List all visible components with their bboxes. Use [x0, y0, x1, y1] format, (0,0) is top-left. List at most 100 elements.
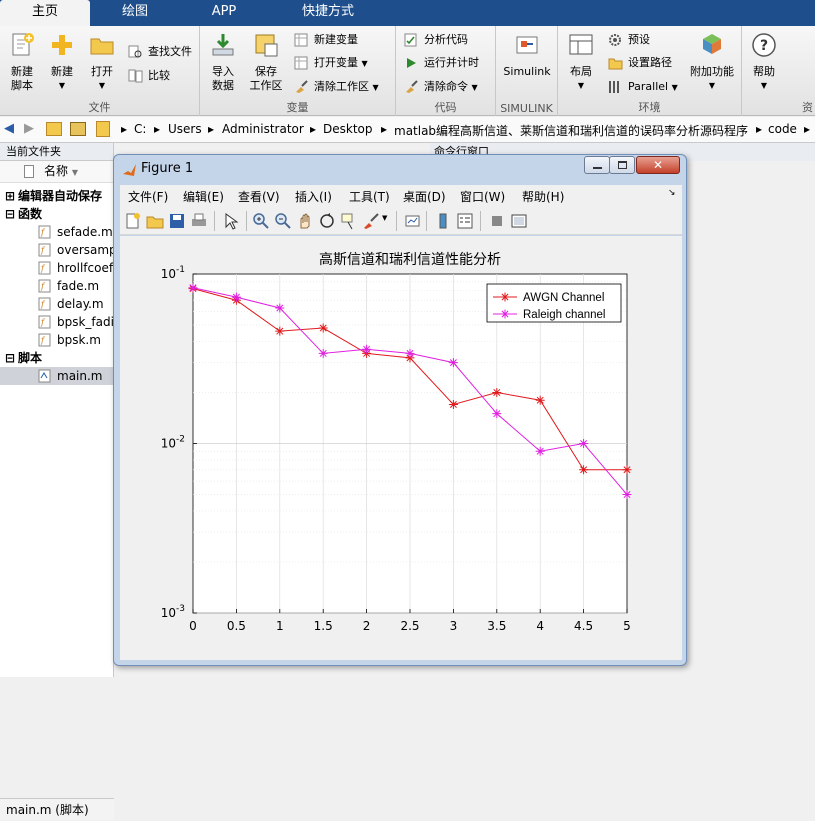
clear-workspace-button[interactable]: 清除工作区 ▼ — [294, 77, 379, 97]
legend[interactable]: AWGN Channel Raleigh channel — [486, 283, 622, 323]
colorbar-icon[interactable] — [434, 212, 452, 230]
back-arrow-icon[interactable]: ◀ — [4, 121, 14, 136]
menu-file[interactable]: 文件(F) — [128, 188, 168, 205]
new-figure-icon[interactable] — [124, 212, 142, 230]
collapse-icon[interactable]: ⊟ — [5, 205, 15, 223]
run-and-time-button[interactable]: 运行并计时 — [404, 53, 479, 73]
chevron-down-icon: ▼ — [58, 81, 66, 90]
collapse-icon[interactable]: ⊟ — [5, 349, 15, 367]
section-scripts[interactable]: ⊟ 脚本 — [0, 349, 114, 367]
list-item[interactable]: f oversamp — [0, 241, 114, 259]
tab-shortcuts[interactable]: 快捷方式 — [270, 0, 386, 26]
menu-help[interactable]: 帮助(H) — [522, 188, 564, 205]
run-and-time-label: 运行并计时 — [424, 56, 479, 69]
name-column-header[interactable]: 名称 ▼ — [0, 161, 113, 183]
x-tick-label: 4.5 — [574, 619, 593, 633]
data-point-marker — [362, 344, 372, 354]
menu-view[interactable]: 查看(V) — [238, 188, 280, 205]
resources-group-label: 资 — [802, 101, 813, 114]
find-files-button[interactable]: 查找文件 — [128, 42, 192, 62]
hide-plot-tools-icon[interactable] — [488, 212, 506, 230]
tab-plots[interactable]: 绘图 — [98, 0, 172, 26]
print-icon[interactable] — [190, 212, 208, 230]
script-file-icon — [38, 369, 52, 383]
simulink-group-label: SIMULINK — [500, 102, 553, 115]
simulink-button[interactable]: Simulink — [500, 32, 554, 79]
tab-home[interactable]: 主页 — [0, 0, 90, 26]
pan-hand-icon[interactable] — [296, 212, 314, 230]
rotate-3d-icon[interactable] — [318, 212, 336, 230]
menu-desktop[interactable]: 桌面(D) — [403, 188, 446, 205]
save-workspace-button[interactable]: 保存 工作区 — [246, 32, 286, 93]
minimize-button[interactable] — [584, 156, 610, 174]
open-file-icon[interactable] — [146, 212, 164, 230]
list-item[interactable]: f sefade.m — [0, 223, 114, 241]
save-workspace-icon — [255, 34, 278, 57]
add-ons-button[interactable]: 附加功能 ▼ — [686, 32, 738, 93]
pointer-icon[interactable] — [222, 212, 240, 230]
list-item[interactable]: f hrollfcoef — [0, 259, 114, 277]
matlab-logo-icon — [123, 164, 136, 176]
save-icon[interactable] — [168, 212, 186, 230]
analyze-code-icon — [404, 33, 417, 47]
close-button[interactable]: ✕ — [636, 156, 680, 174]
browse-folder-icon[interactable] — [70, 122, 86, 136]
legend-icon[interactable] — [456, 212, 474, 230]
up-folder-icon[interactable] — [46, 122, 62, 136]
help-button[interactable]: ? 帮助 ▼ — [746, 32, 782, 93]
layout-button[interactable]: 布局 ▼ — [564, 32, 598, 93]
list-item[interactable]: f delay.m — [0, 295, 114, 313]
menu-window[interactable]: 窗口(W) — [460, 188, 505, 205]
zoom-out-icon[interactable] — [274, 212, 292, 230]
file-name: oversamp — [57, 243, 114, 257]
toolbar-separator — [214, 211, 215, 231]
chevron-down-icon: ▼ — [361, 59, 368, 68]
open-variable-button[interactable]: 打开变量 ▼ — [294, 53, 368, 73]
help-icon: ? — [752, 33, 776, 57]
breadcrumb-code[interactable]: code — [768, 122, 797, 136]
analyze-code-button[interactable]: 分析代码 — [404, 30, 468, 50]
tab-apps[interactable]: APP — [186, 0, 262, 26]
new-variable-button[interactable]: 新建变量 — [294, 30, 358, 50]
import-data-button[interactable]: 导入 数据 — [204, 32, 242, 93]
set-path-button[interactable]: 设置路径 — [608, 53, 672, 73]
data-cursor-icon[interactable] — [340, 212, 358, 230]
open-button[interactable]: 打开 ▼ — [84, 32, 120, 93]
open-variable-icon — [294, 56, 308, 70]
link-plot-icon[interactable] — [404, 212, 422, 230]
menu-insert[interactable]: 插入(I) — [295, 188, 332, 205]
new-script-button[interactable]: 新建 脚本 — [4, 32, 40, 93]
list-item[interactable]: f fade.m — [0, 277, 114, 295]
section-functions[interactable]: ⊟ 函数 — [0, 205, 114, 223]
list-item[interactable]: f bpsk_fadi — [0, 313, 114, 331]
list-item[interactable]: f bpsk.m — [0, 331, 114, 349]
menu-overflow-icon[interactable]: ↘ — [668, 188, 676, 198]
list-item-selected[interactable]: main.m — [0, 367, 114, 385]
clear-commands-button[interactable]: 清除命令 ▼ — [404, 77, 478, 97]
forward-arrow-icon[interactable]: ▶ — [24, 121, 34, 136]
parallel-button[interactable]: Parallel ▼ — [608, 77, 678, 97]
chevron-down-icon: ▼ — [577, 81, 585, 90]
breadcrumb-drive[interactable]: C: — [134, 122, 146, 136]
breadcrumb-sep-icon: ▸ — [154, 122, 161, 136]
parallel-icon — [609, 81, 619, 93]
add-ons-icon — [703, 34, 721, 54]
new-button[interactable]: 新建 ▼ — [44, 32, 80, 93]
breadcrumb-desktop[interactable]: Desktop — [323, 122, 373, 136]
open-label: 打开 — [91, 65, 113, 78]
zoom-in-icon[interactable] — [252, 212, 270, 230]
section-autosave[interactable]: ⊞ 编辑器自动保存 — [0, 187, 114, 205]
show-plot-tools-icon[interactable] — [510, 212, 528, 230]
breadcrumb-users[interactable]: Users — [168, 122, 202, 136]
menu-tools[interactable]: 工具(T) — [349, 188, 390, 205]
maximize-button[interactable] — [609, 156, 635, 174]
section-scripts-label: 脚本 — [18, 351, 43, 365]
compare-button[interactable]: 比较 — [128, 66, 170, 86]
expand-icon[interactable]: ⊞ — [5, 187, 15, 205]
breadcrumb-project-folder[interactable]: matlab编程高斯信道、莱斯信道和瑞利信道的误码率分析源码程序 — [394, 122, 752, 139]
preferences-button[interactable]: 预设 — [608, 30, 650, 50]
brush-icon[interactable] — [362, 212, 380, 230]
menu-edit[interactable]: 编辑(E) — [183, 188, 224, 205]
breadcrumb-administrator[interactable]: Administrator — [222, 122, 304, 136]
chevron-down-icon[interactable]: ▼ — [382, 214, 387, 222]
